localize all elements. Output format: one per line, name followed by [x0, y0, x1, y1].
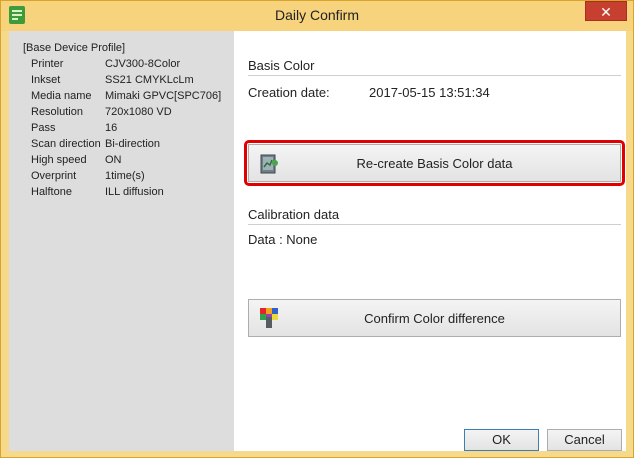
property-label: Inkset	[31, 74, 61, 86]
recreate-button-label: Re-create Basis Color data	[356, 156, 513, 171]
close-icon: ✕	[600, 4, 612, 20]
basis-color-divider	[248, 75, 621, 76]
ok-button[interactable]: OK	[464, 429, 539, 451]
confirm-color-difference-button[interactable]: Confirm Color difference	[248, 299, 621, 337]
property-row-halftone: Halftone ILL diffusion	[31, 186, 164, 198]
property-label: Scan direction	[31, 138, 101, 150]
close-button[interactable]: ✕	[585, 1, 627, 21]
property-value: 16	[105, 122, 118, 134]
property-row-pass: Pass 16	[31, 122, 117, 134]
property-row-inkset: Inkset SS21 CMYKLcLm	[31, 74, 194, 86]
cancel-button[interactable]: Cancel	[547, 429, 622, 451]
property-row-media-name: Media name Mimaki GPVC[SPC706]	[31, 90, 221, 102]
property-value: CJV300-8Color	[105, 58, 181, 70]
property-label: Resolution	[31, 106, 83, 118]
creation-date-label: Creation date:	[248, 85, 330, 100]
title-bar: Daily Confirm ✕	[1, 1, 633, 31]
property-value: 1time(s)	[105, 170, 145, 182]
property-label: Halftone	[31, 186, 72, 198]
property-row-high-speed: High speed ON	[31, 154, 122, 166]
dialog-window: Daily Confirm ✕ [Base Device Profile] Pr…	[0, 0, 634, 458]
property-value: Bi-direction	[105, 138, 161, 150]
property-row-resolution: Resolution 720x1080 VD	[31, 106, 172, 118]
calibration-data-title: Calibration data	[248, 207, 340, 222]
property-value: ILL diffusion	[105, 186, 164, 198]
property-row-scan-direction: Scan direction Bi-direction	[31, 138, 160, 150]
basis-color-title: Basis Color	[248, 58, 315, 73]
dialog-content: [Base Device Profile] Printer CJV300-8Col…	[9, 31, 626, 451]
calibration-divider	[248, 224, 621, 225]
property-label: Printer	[31, 58, 64, 70]
property-row-overprint: Overprint 1time(s)	[31, 170, 145, 182]
recreate-basis-color-button[interactable]: Re-create Basis Color data	[248, 144, 621, 182]
creation-date-value: 2017-05-15 13:51:34	[369, 85, 490, 100]
property-label: Media name	[31, 90, 92, 102]
device-profile-panel: [Base Device Profile] Printer CJV300-8Col…	[9, 31, 234, 451]
profile-header: [Base Device Profile]	[23, 42, 126, 54]
property-label: High speed	[31, 154, 87, 166]
property-value: SS21 CMYKLcLm	[105, 74, 194, 86]
property-value: Mimaki GPVC[SPC706]	[105, 90, 222, 102]
property-label: Pass	[31, 122, 56, 134]
property-value: 720x1080 VD	[105, 106, 172, 118]
confirm-button-label: Confirm Color difference	[364, 311, 505, 326]
property-row-printer: Printer CJV300-8Color	[31, 58, 180, 70]
confirm-panel: Basis Color Creation date: 2017-05-15 13…	[234, 31, 626, 451]
property-label: Overprint	[31, 170, 77, 182]
window-title: Daily Confirm	[274, 7, 359, 23]
property-value: ON	[105, 154, 122, 166]
calibration-data-status: Data : None	[248, 232, 318, 247]
